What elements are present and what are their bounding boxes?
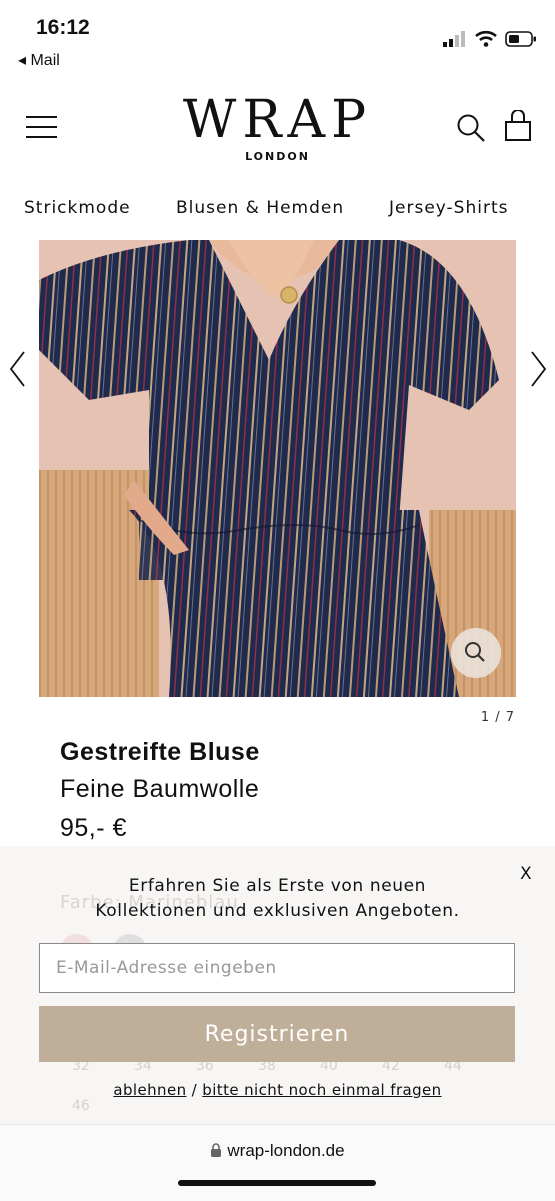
- email-input[interactable]: [39, 943, 515, 993]
- zoom-icon[interactable]: [451, 628, 501, 678]
- popup-message: Erfahren Sie als Erste von neuen Kollekt…: [0, 874, 555, 924]
- popup-message-line1: Erfahren Sie als Erste von neuen: [128, 876, 427, 896]
- shopping-bag-icon[interactable]: [504, 109, 532, 142]
- category-jersey-shirts[interactable]: Jersey-Shirts: [389, 198, 508, 218]
- home-indicator[interactable]: [178, 1180, 376, 1186]
- product-image[interactable]: [39, 240, 516, 697]
- back-to-mail-link[interactable]: ◂ Mail: [18, 50, 60, 70]
- decline-row: ablehnen / bitte nicht noch einmal frage…: [0, 1081, 555, 1099]
- product-subtitle: Feine Baumwolle: [60, 775, 260, 803]
- lock-icon: [211, 1143, 222, 1157]
- category-strickmode[interactable]: Strickmode: [24, 198, 131, 218]
- never-ask-link[interactable]: bitte nicht noch einmal fragen: [202, 1081, 441, 1099]
- image-counter: 1 / 7: [480, 710, 515, 725]
- battery-icon: [505, 30, 536, 47]
- search-icon[interactable]: [456, 113, 486, 143]
- chevron-left-icon[interactable]: [8, 350, 28, 388]
- decline-link[interactable]: ablehnen: [113, 1081, 186, 1099]
- register-button[interactable]: Registrieren: [39, 1006, 515, 1062]
- category-nav: Strickmode Blusen & Hemden Jersey-Shirts: [0, 198, 555, 224]
- status-icons: [443, 30, 537, 47]
- category-blusen-hemden[interactable]: Blusen & Hemden: [176, 198, 344, 218]
- logo-subtitle: LONDON: [245, 150, 310, 163]
- url-display[interactable]: wrap-london.de: [0, 1141, 555, 1161]
- size-option: 46: [72, 1098, 90, 1114]
- url-text: wrap-london.de: [227, 1141, 345, 1160]
- chevron-right-icon[interactable]: [528, 350, 548, 388]
- product-title: Gestreifte Bluse: [60, 738, 260, 766]
- signal-icon: [443, 30, 465, 47]
- product-price: 95,- €: [60, 814, 127, 842]
- status-time: 16:12: [36, 16, 90, 39]
- wifi-icon: [475, 30, 497, 47]
- browser-url-bar[interactable]: [0, 1124, 555, 1201]
- link-separator: /: [191, 1081, 198, 1099]
- popup-message-line2: Kollektionen und exklusiven Angeboten.: [95, 901, 460, 921]
